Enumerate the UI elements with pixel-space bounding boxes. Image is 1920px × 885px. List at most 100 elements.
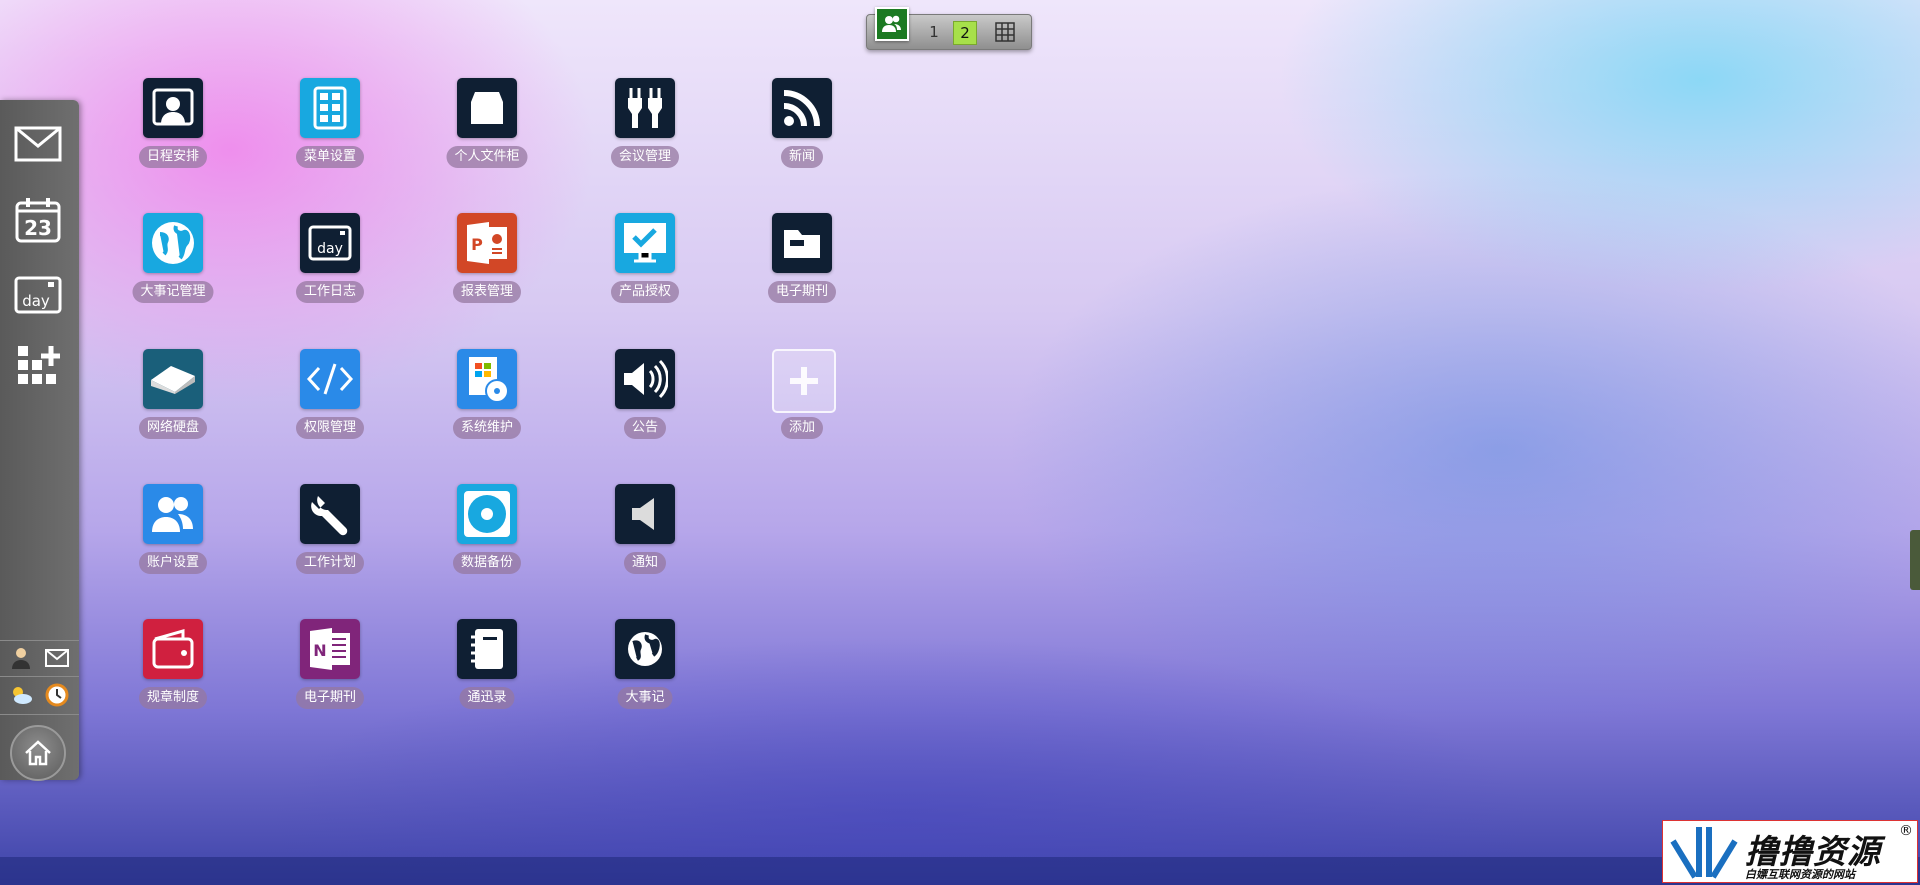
app-label: 系统维护 <box>452 417 522 439</box>
svg-text:day: day <box>22 292 50 310</box>
left-dock: 23 day <box>0 100 79 781</box>
desktop-app-globe-dark[interactable]: 大事记 <box>580 619 710 719</box>
cabinet-icon <box>457 78 517 138</box>
dock-separator <box>0 676 79 677</box>
desktop-app-speaker-loud[interactable]: 公告 <box>580 349 710 449</box>
plug-icon <box>615 78 675 138</box>
dock-separator <box>0 640 79 641</box>
app-label: 通知 <box>623 552 667 574</box>
user-avatar-button[interactable] <box>875 7 909 41</box>
globe-icon <box>143 213 203 273</box>
side-panel-handle[interactable] <box>1910 530 1920 590</box>
desktop-app-onenote[interactable]: N 电子期刊 <box>265 619 395 719</box>
disc-icon <box>457 484 517 544</box>
app-label: 日程安排 <box>138 146 208 168</box>
app-label: 工作计划 <box>295 552 365 574</box>
page-1-button[interactable]: 1 <box>923 21 945 43</box>
desktop-app-rss[interactable]: 新闻 <box>737 78 867 178</box>
app-label: 菜单设置 <box>295 146 365 168</box>
speaker-icon <box>615 484 675 544</box>
day-icon: day <box>14 276 62 314</box>
app-label: 公告 <box>623 417 667 439</box>
bottom-bar <box>0 857 1920 885</box>
app-label: 电子期刊 <box>767 281 837 303</box>
wrench-icon <box>300 484 360 544</box>
desktop-app-code[interactable]: 权限管理 <box>265 349 395 449</box>
person-icon <box>12 648 30 669</box>
users-icon <box>143 484 203 544</box>
desktop-app-plus[interactable]: 添加 <box>737 349 867 449</box>
svg-text:P: P <box>471 235 483 254</box>
svg-text:day: day <box>317 241 343 257</box>
app-label: 规章制度 <box>138 687 208 709</box>
logo-slogan-text: 白嫖互联网资源的网站 <box>1745 868 1855 881</box>
desktop-app-speaker[interactable]: 通知 <box>580 484 710 584</box>
app-label: 个人文件柜 <box>446 146 528 168</box>
app-label: 数据备份 <box>452 552 522 574</box>
folder-icon <box>772 213 832 273</box>
desktop-app-folder[interactable]: 电子期刊 <box>737 213 867 313</box>
desktop-app-globe[interactable]: 大事记管理 <box>108 213 238 313</box>
notebook-icon <box>457 619 517 679</box>
desktop-app-wallet[interactable]: 规章制度 <box>108 619 238 719</box>
desktop-app-schedule[interactable]: 日程安排 <box>108 78 238 178</box>
mail-icon <box>14 126 62 162</box>
weather-icon <box>13 687 32 704</box>
desktop-app-hard-drive[interactable]: 网络硬盘 <box>108 349 238 449</box>
envelope-icon <box>45 649 69 667</box>
app-label: 通迅录 <box>459 687 515 709</box>
app-label: 添加 <box>780 417 824 439</box>
dock-weather-button[interactable] <box>8 682 34 708</box>
speaker-loud-icon <box>615 349 675 409</box>
app-label: 工作日志 <box>295 281 365 303</box>
dock-add-widget-button[interactable] <box>12 342 64 390</box>
desktop-app-wrench[interactable]: 工作计划 <box>265 484 395 584</box>
desktop-app-users[interactable]: 账户设置 <box>108 484 238 584</box>
install-disc-icon <box>457 349 517 409</box>
svg-text:N: N <box>313 641 326 660</box>
plus-icon <box>772 349 836 413</box>
calendar-icon: 23 <box>15 198 61 243</box>
powerpoint-icon: P <box>457 213 517 273</box>
desktop-app-monitor-check[interactable]: 产品授权 <box>580 213 710 313</box>
dock-message-button[interactable] <box>44 645 70 671</box>
app-label: 新闻 <box>780 146 824 168</box>
onenote-icon: N <box>300 619 360 679</box>
monitor-check-icon <box>615 213 675 273</box>
clock-icon <box>45 683 69 707</box>
dock-separator <box>0 714 79 715</box>
desktop-app-menu-grid[interactable]: 菜单设置 <box>265 78 395 178</box>
page-2-button[interactable]: 2 <box>953 21 977 45</box>
rss-icon <box>772 78 832 138</box>
dock-clock-button[interactable] <box>44 682 70 708</box>
home-button[interactable] <box>10 725 66 781</box>
schedule-icon <box>143 78 203 138</box>
desktop-app-plug[interactable]: 会议管理 <box>580 78 710 178</box>
dock-calendar-button[interactable]: 23 <box>12 196 64 244</box>
desktop-app-powerpoint[interactable]: P 报表管理 <box>422 213 552 313</box>
grid-icon <box>995 22 1015 42</box>
menu-grid-icon <box>300 78 360 138</box>
site-logo: 撸撸资源 白嫖互联网资源的网站 ® <box>1662 820 1918 883</box>
desktop-app-disc[interactable]: 数据备份 <box>422 484 552 584</box>
globe-dark-icon <box>615 619 675 679</box>
app-label: 电子期刊 <box>295 687 365 709</box>
day-calendar-icon: day <box>300 213 360 273</box>
workspace-switcher: 1 2 <box>866 7 1032 50</box>
desktop-app-cabinet[interactable]: 个人文件柜 <box>422 78 552 178</box>
all-apps-grid-button[interactable] <box>995 22 1015 42</box>
desktop-app-notebook[interactable]: 通迅录 <box>422 619 552 719</box>
home-icon <box>25 740 51 766</box>
desktop-app-day-calendar[interactable]: day 工作日志 <box>265 213 395 313</box>
dock-contacts-button[interactable] <box>8 645 34 671</box>
registered-mark: ® <box>1899 823 1913 839</box>
users-icon <box>882 15 901 32</box>
logo-mark-icon <box>1670 827 1738 879</box>
app-label: 产品授权 <box>610 281 680 303</box>
widgets-add-icon <box>18 346 60 384</box>
dock-day-button[interactable]: day <box>12 270 64 318</box>
desktop-app-install-disc[interactable]: 系统维护 <box>422 349 552 449</box>
dock-mail-button[interactable] <box>12 120 64 168</box>
app-label: 账户设置 <box>138 552 208 574</box>
code-icon <box>300 349 360 409</box>
